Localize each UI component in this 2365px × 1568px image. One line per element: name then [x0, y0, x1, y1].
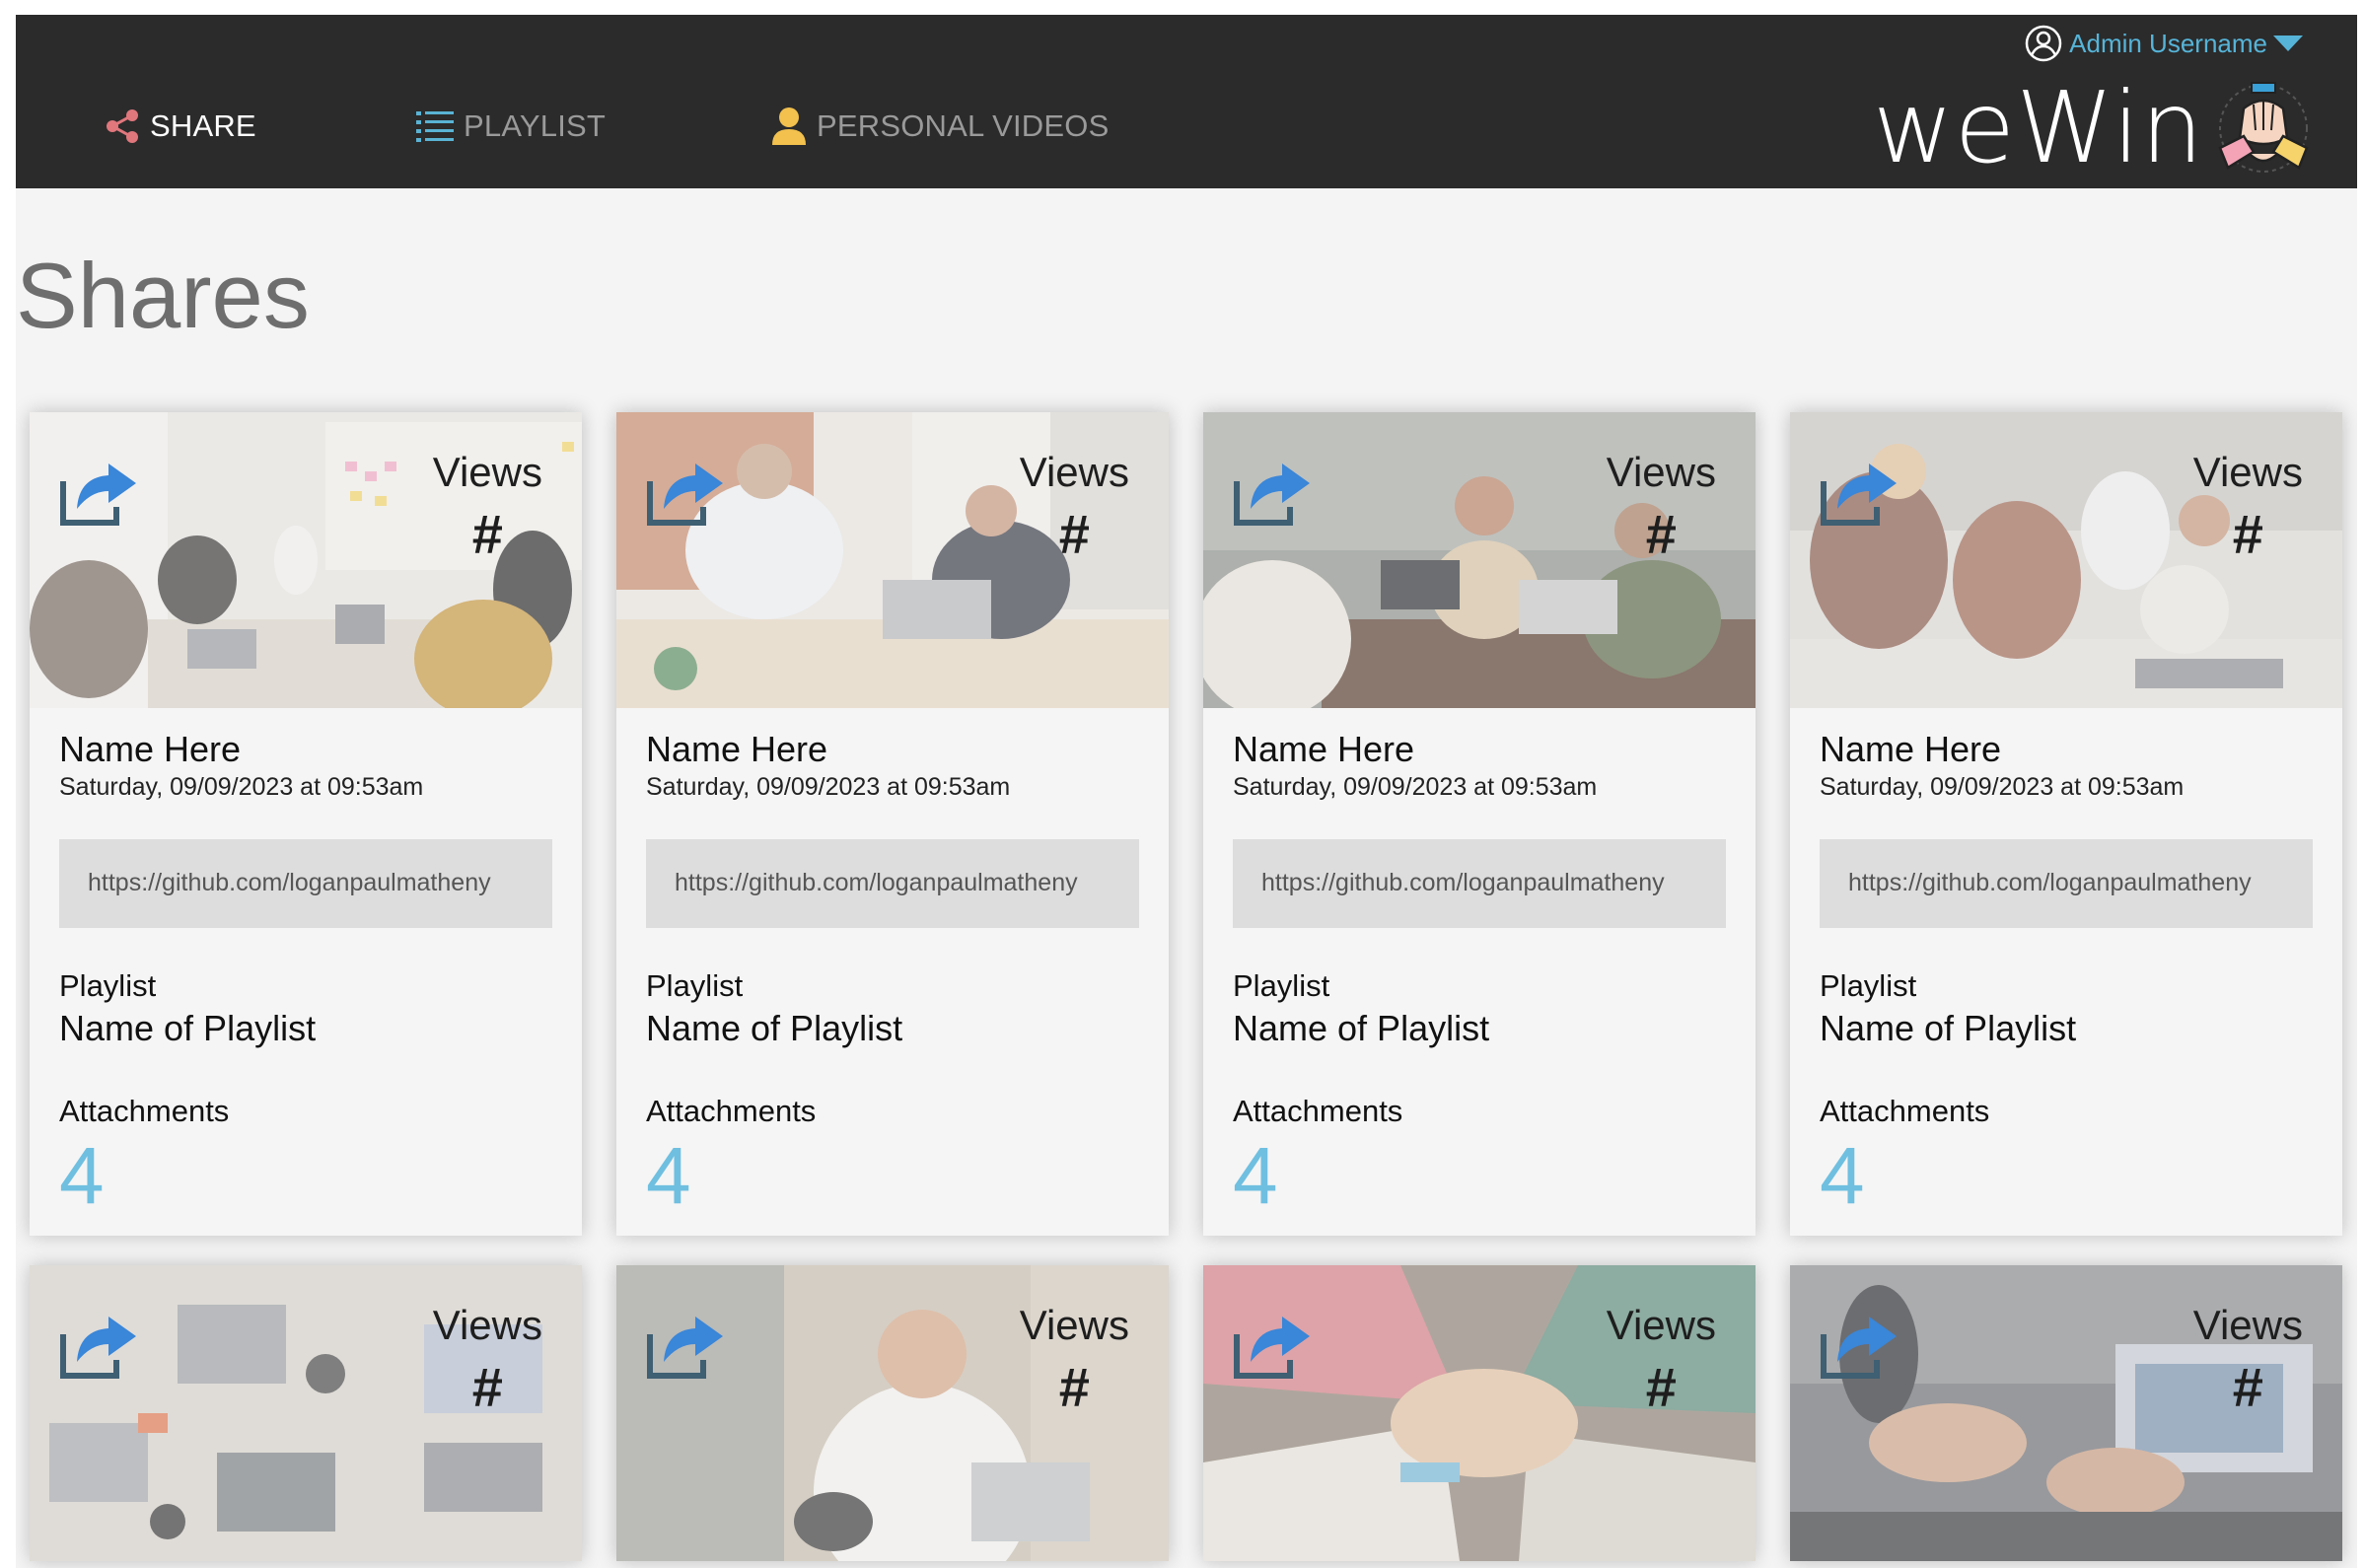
share-link[interactable]: https://github.com/loganpaulmatheny — [646, 838, 1139, 928]
person-icon — [772, 107, 806, 145]
nav-share-label: SHARE — [150, 108, 256, 143]
views-label: Views — [2192, 1302, 2303, 1348]
share-date: Saturday, 09/09/2023 at 09:53am — [1820, 772, 2185, 801]
views-label: Views — [2192, 449, 2303, 495]
playlist-label: Playlist — [1820, 967, 1917, 1003]
playlist-name: Name of Playlist — [1233, 1007, 1490, 1048]
card-media: Views # — [616, 412, 1169, 708]
card-media: Views # — [1203, 412, 1756, 708]
card-body: Name Here Saturday, 09/09/2023 at 09:53a… — [616, 708, 1169, 1236]
nav-playlist-label: PLAYLIST — [464, 108, 607, 143]
top-navbar: SHARE PLAYLIST PERSONAL VIDEOS Admin Use… — [16, 15, 2357, 188]
card-body: Name Here Saturday, 09/09/2023 at 09:53a… — [30, 708, 582, 1236]
user-menu[interactable]: Admin Username — [2024, 21, 2303, 66]
views-count: # — [471, 1356, 503, 1418]
views-label: Views — [1606, 449, 1716, 495]
share-forward-icon[interactable] — [1231, 452, 1316, 527]
share-forward-icon[interactable] — [644, 452, 729, 527]
views-count: # — [471, 503, 503, 565]
share-card: Views # Name Here Saturday, 09/09/2023 a… — [30, 412, 582, 1236]
attachments-label: Attachments — [1820, 1094, 1990, 1129]
attachments-label: Attachments — [59, 1094, 230, 1129]
card-body: Name Here Saturday, 09/09/2023 at 09:53a… — [1790, 708, 2342, 1236]
card-media: Views # — [1203, 1265, 1756, 1561]
playlist-label: Playlist — [1233, 967, 1330, 1003]
share-card: Views # — [30, 1265, 582, 1561]
brand-wordmark: weWin — [1872, 70, 2204, 185]
views-counter: Views # — [1020, 1305, 1129, 1415]
card-media: Views # — [30, 412, 582, 708]
views-label: Views — [432, 1302, 542, 1348]
views-label: Views — [1019, 449, 1129, 495]
sharer-name: Name Here — [1233, 729, 1415, 769]
views-label: Views — [1606, 1302, 1716, 1348]
share-link[interactable]: https://github.com/loganpaulmatheny — [1820, 838, 2313, 928]
playlist-label: Playlist — [59, 967, 157, 1003]
views-counter: Views # — [1020, 452, 1129, 562]
share-card: Views # — [1203, 1265, 1756, 1561]
share-icon — [107, 109, 138, 143]
share-forward-icon[interactable] — [57, 1305, 142, 1380]
card-media: Views # — [1790, 412, 2342, 708]
card-body: Name Here Saturday, 09/09/2023 at 09:53a… — [1203, 708, 1756, 1236]
views-count: # — [1645, 503, 1677, 565]
playlist-name: Name of Playlist — [59, 1007, 317, 1048]
share-card: Views # — [1790, 1265, 2342, 1561]
views-counter: Views # — [433, 452, 542, 562]
views-label: Views — [432, 449, 542, 495]
share-link[interactable]: https://github.com/loganpaulmatheny — [1233, 838, 1726, 928]
views-counter: Views # — [2193, 452, 2303, 562]
sharer-name: Name Here — [59, 729, 242, 769]
attachments-count: 4 — [59, 1131, 105, 1222]
share-date: Saturday, 09/09/2023 at 09:53am — [646, 772, 1011, 801]
playlist-label: Playlist — [646, 967, 744, 1003]
brand[interactable]: weWin — [1873, 74, 2313, 182]
views-label: Views — [1019, 1302, 1129, 1348]
views-count: # — [1058, 1356, 1090, 1418]
app-window: SHARE PLAYLIST PERSONAL VIDEOS Admin Use… — [16, 15, 2357, 1568]
views-count: # — [1645, 1356, 1677, 1418]
views-counter: Views # — [1607, 1305, 1716, 1415]
views-count: # — [2232, 1356, 2263, 1418]
nav-personal-videos[interactable]: PERSONAL VIDEOS — [769, 102, 1109, 151]
views-counter: Views # — [1607, 452, 1716, 562]
share-forward-icon[interactable] — [1818, 1305, 1902, 1380]
nav-personal-videos-label: PERSONAL VIDEOS — [817, 108, 1110, 143]
playlist-name: Name of Playlist — [1820, 1007, 2077, 1048]
views-count: # — [1058, 503, 1090, 565]
share-forward-icon[interactable] — [1818, 452, 1902, 527]
views-counter: Views # — [433, 1305, 542, 1415]
user-menu-label: Admin Username — [2069, 28, 2267, 58]
sharer-name: Name Here — [646, 729, 828, 769]
nav-share[interactable]: SHARE — [103, 102, 256, 151]
list-icon — [416, 111, 454, 142]
share-forward-icon[interactable] — [57, 452, 142, 527]
chevron-down-icon — [2273, 36, 2303, 51]
page-title: Shares — [16, 244, 310, 347]
card-media: Views # — [30, 1265, 582, 1561]
hands-together-logo — [2218, 82, 2309, 173]
share-card: Views # Name Here Saturday, 09/09/2023 a… — [616, 412, 1169, 1236]
views-count: # — [2232, 503, 2263, 565]
card-media: Views # — [1790, 1265, 2342, 1561]
attachments-count: 4 — [646, 1131, 691, 1222]
share-card: Views # Name Here Saturday, 09/09/2023 a… — [1203, 412, 1756, 1236]
playlist-name: Name of Playlist — [646, 1007, 903, 1048]
share-card: Views # Name Here Saturday, 09/09/2023 a… — [1790, 412, 2342, 1236]
user-circle-icon — [2025, 25, 2062, 62]
share-date: Saturday, 09/09/2023 at 09:53am — [59, 772, 424, 801]
attachments-label: Attachments — [646, 1094, 817, 1129]
share-date: Saturday, 09/09/2023 at 09:53am — [1233, 772, 1598, 801]
attachments-count: 4 — [1820, 1131, 1865, 1222]
views-counter: Views # — [2193, 1305, 2303, 1415]
share-forward-icon[interactable] — [644, 1305, 729, 1380]
share-forward-icon[interactable] — [1231, 1305, 1316, 1380]
attachments-count: 4 — [1233, 1131, 1278, 1222]
share-link[interactable]: https://github.com/loganpaulmatheny — [59, 838, 552, 928]
attachments-label: Attachments — [1233, 1094, 1403, 1129]
share-card: Views # — [616, 1265, 1169, 1561]
nav-playlist[interactable]: PLAYLIST — [414, 102, 606, 151]
sharer-name: Name Here — [1820, 729, 2002, 769]
card-media: Views # — [616, 1265, 1169, 1561]
